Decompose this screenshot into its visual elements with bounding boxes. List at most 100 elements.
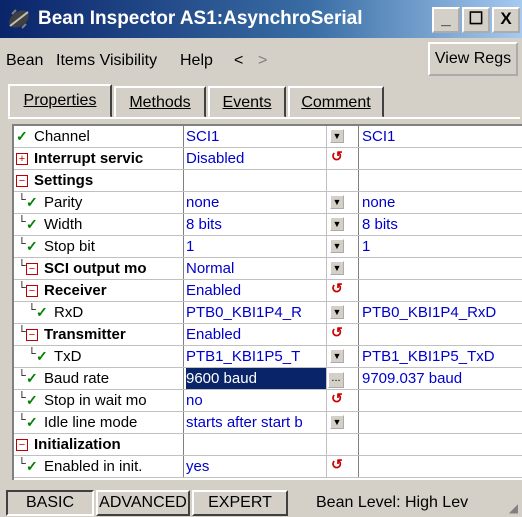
property-value[interactable] bbox=[186, 434, 326, 455]
property-value[interactable]: Normal bbox=[186, 258, 326, 279]
maximize-button[interactable]: ☐ bbox=[462, 7, 490, 33]
check-icon: ✓ bbox=[26, 458, 38, 474]
ellipsis-button[interactable]: ... bbox=[326, 368, 356, 389]
check-icon: ✓ bbox=[36, 304, 48, 320]
property-row[interactable]: └ ✓ Enabled in init. yes ↺ bbox=[14, 456, 522, 478]
window-title: Bean Inspector AS1:AsynchroSerial bbox=[38, 8, 363, 29]
property-value[interactable]: no bbox=[186, 390, 326, 411]
forward-arrow[interactable]: > bbox=[258, 52, 267, 70]
property-name: Settings bbox=[34, 172, 94, 189]
property-name: Receiver bbox=[44, 282, 107, 299]
toggle-cycle-icon[interactable]: ↺ bbox=[326, 390, 356, 411]
property-row[interactable]: └ ✓ TxD PTB1_KBI1P5_T ▼ PTB1_KBI1P5_TxD bbox=[14, 346, 522, 368]
tab-divider bbox=[8, 117, 520, 119]
property-row[interactable]: └ − SCI output mo Normal ▼ bbox=[14, 258, 522, 280]
property-row[interactable]: └ − Receiver Enabled ↺ bbox=[14, 280, 522, 302]
property-row[interactable]: └ ✓ Stop in wait mo no ↺ bbox=[14, 390, 522, 412]
dropdown-arrow-icon[interactable]: ▼ bbox=[326, 302, 356, 323]
title-bar[interactable]: Bean Inspector AS1:AsynchroSerial _ ☐ X bbox=[0, 0, 522, 38]
tab-comment[interactable]: Comment bbox=[288, 86, 384, 118]
property-row[interactable]: └ ✓ RxD PTB0_KBI1P4_R ▼ PTB0_KBI1P4_RxD bbox=[14, 302, 522, 324]
dropdown-arrow-icon[interactable]: ▼ bbox=[326, 412, 356, 433]
property-value[interactable]: PTB0_KBI1P4_R bbox=[186, 302, 326, 323]
property-info: 9709.037 baud bbox=[358, 368, 522, 389]
toggle-cycle-icon[interactable]: ↺ bbox=[326, 324, 356, 345]
property-info bbox=[358, 412, 522, 433]
collapse-icon[interactable]: − bbox=[26, 324, 38, 345]
bean-app-icon bbox=[9, 9, 29, 29]
tree-connector-icon: └ bbox=[18, 238, 26, 250]
property-row[interactable]: − Initialization bbox=[14, 434, 522, 456]
property-row[interactable]: └ ✓ Parity none ▼ none bbox=[14, 192, 522, 214]
menu-bean[interactable]: Bean bbox=[6, 52, 43, 70]
property-name: Stop in wait mo bbox=[44, 392, 147, 409]
property-name: Width bbox=[44, 216, 83, 233]
tab-methods[interactable]: Methods bbox=[114, 86, 206, 118]
tab-events[interactable]: Events bbox=[208, 86, 286, 118]
property-row[interactable]: + Interrupt servic Disabled ↺ bbox=[14, 148, 522, 170]
property-info: 1 bbox=[358, 236, 522, 257]
bean-inspector-window: Bean Inspector AS1:AsynchroSerial _ ☐ X … bbox=[0, 0, 522, 517]
menu-help[interactable]: Help bbox=[180, 52, 213, 70]
dropdown-arrow-icon[interactable]: ▼ bbox=[326, 346, 356, 367]
property-value[interactable]: Enabled bbox=[186, 324, 326, 345]
property-value[interactable]: Enabled bbox=[186, 280, 326, 301]
property-name: Transmitter bbox=[44, 326, 126, 343]
property-value[interactable]: yes bbox=[186, 456, 326, 477]
back-arrow[interactable]: < bbox=[234, 52, 243, 70]
property-row[interactable]: └ − Transmitter Enabled ↺ bbox=[14, 324, 522, 346]
tab-properties[interactable]: Properties bbox=[8, 84, 112, 118]
property-value[interactable] bbox=[186, 170, 326, 191]
property-info bbox=[358, 148, 522, 169]
property-row[interactable]: └ ✓ Baud rate 9600 baud... 9709.037 baud bbox=[14, 368, 522, 390]
property-value[interactable]: 1 bbox=[186, 236, 326, 257]
toggle-cycle-icon[interactable]: ↺ bbox=[326, 280, 356, 301]
dropdown-arrow-icon[interactable]: ▼ bbox=[326, 258, 356, 279]
tree-connector-icon: └ bbox=[18, 282, 26, 294]
collapse-icon[interactable]: − bbox=[26, 280, 38, 301]
dropdown-arrow-icon[interactable]: ▼ bbox=[326, 126, 356, 147]
property-row[interactable]: ✓ Channel SCI1 ▼ SCI1 bbox=[14, 126, 522, 148]
tab-properties-label: Properties bbox=[23, 92, 97, 109]
tree-connector-icon: └ bbox=[18, 370, 26, 382]
property-name: SCI output mo bbox=[44, 260, 147, 277]
dropdown-arrow-icon[interactable]: ▼ bbox=[326, 236, 356, 257]
menu-items-visibility[interactable]: Items Visibility bbox=[56, 52, 157, 70]
property-name: Initialization bbox=[34, 436, 121, 453]
property-row[interactable]: └ ✓ Width 8 bits ▼ 8 bits bbox=[14, 214, 522, 236]
toggle-cycle-icon[interactable]: ↺ bbox=[326, 456, 356, 477]
property-name-cell: └ − Transmitter bbox=[14, 324, 184, 345]
basic-button[interactable]: BASIC bbox=[6, 490, 94, 516]
property-info bbox=[358, 258, 522, 279]
minimize-button[interactable]: _ bbox=[432, 7, 460, 33]
property-row[interactable]: └ ✓ Stop bit 1 ▼ 1 bbox=[14, 236, 522, 258]
property-value[interactable]: 9600 baud bbox=[186, 368, 326, 389]
toggle-cycle-icon[interactable]: ↺ bbox=[326, 148, 356, 169]
empty-control-cell bbox=[326, 434, 356, 455]
property-value[interactable]: Disabled bbox=[186, 148, 326, 169]
expand-icon[interactable]: + bbox=[16, 148, 28, 169]
collapse-icon[interactable]: − bbox=[26, 258, 38, 279]
resize-grip-icon[interactable]: ◢ bbox=[509, 501, 518, 515]
property-name: Idle line mode bbox=[44, 414, 138, 431]
check-icon: ✓ bbox=[26, 370, 38, 386]
property-value[interactable]: none bbox=[186, 192, 326, 213]
collapse-icon[interactable]: − bbox=[16, 434, 28, 455]
property-row[interactable]: − Settings bbox=[14, 170, 522, 192]
dropdown-arrow-icon[interactable]: ▼ bbox=[326, 192, 356, 213]
property-value[interactable]: SCI1 bbox=[186, 126, 326, 147]
status-bar: BASIC ADVANCED EXPERT Bean Level: High L… bbox=[0, 486, 522, 517]
dropdown-arrow-icon[interactable]: ▼ bbox=[326, 214, 356, 235]
property-value[interactable]: PTB1_KBI1P5_T bbox=[186, 346, 326, 367]
tree-connector-icon: └ bbox=[18, 458, 26, 470]
view-regs-button[interactable]: View Regs bbox=[428, 42, 518, 76]
collapse-icon[interactable]: − bbox=[16, 170, 28, 191]
property-row[interactable]: └ ✓ Idle line mode starts after start b ▼ bbox=[14, 412, 522, 434]
properties-grid: ✓ Channel SCI1 ▼ SCI1 + Interrupt servic Disabl… bbox=[12, 124, 522, 480]
close-button[interactable]: X bbox=[492, 7, 520, 33]
property-info: PTB1_KBI1P5_TxD bbox=[358, 346, 522, 367]
property-value[interactable]: 8 bits bbox=[186, 214, 326, 235]
property-value[interactable]: starts after start b bbox=[186, 412, 326, 433]
expert-button[interactable]: EXPERT bbox=[192, 490, 288, 516]
advanced-button[interactable]: ADVANCED bbox=[96, 490, 190, 516]
